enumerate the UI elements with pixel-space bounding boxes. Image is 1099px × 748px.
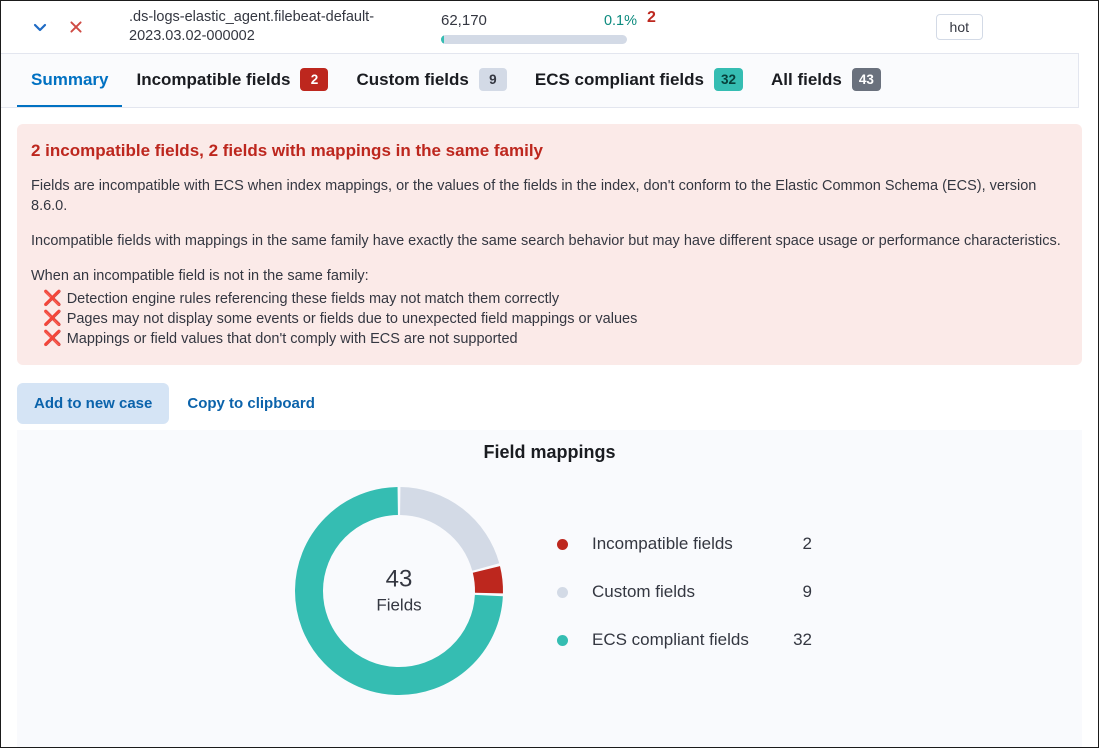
callout-actions: Add to new case Copy to clipboard bbox=[17, 365, 1082, 424]
callout-bullet-text: Detection engine rules referencing these… bbox=[66, 291, 560, 307]
donut-slice[interactable] bbox=[399, 487, 500, 572]
legend-dot-icon bbox=[557, 586, 568, 598]
chevron-down-icon[interactable] bbox=[29, 16, 51, 38]
summary-tab-content: 2 incompatible fields, 2 fields with map… bbox=[1, 108, 1098, 747]
incompatible-fields-callout: 2 incompatible fields, 2 fields with map… bbox=[17, 124, 1082, 365]
callout-title: 2 incompatible fields, 2 fields with map… bbox=[31, 141, 544, 160]
chart-legend: Incompatible fields 2 Custom fields 9 EC… bbox=[557, 479, 812, 650]
callout-paragraph-1: Fields are incompatible with ECS when in… bbox=[31, 178, 1037, 214]
tab-summary[interactable]: Summary bbox=[17, 54, 123, 107]
tab-ecs-compliant-fields[interactable]: ECS compliant fields 32 bbox=[521, 54, 757, 107]
x-mark-icon: ❌ bbox=[43, 290, 62, 307]
index-header: .ds-logs-elastic_agent.filebeat-default-… bbox=[1, 1, 1098, 53]
x-mark-icon: ❌ bbox=[43, 330, 62, 347]
field-mappings-chart-panel: Field mappings 43 Fields Incompatible fi… bbox=[17, 430, 1082, 747]
add-to-new-case-button[interactable]: Add to new case bbox=[17, 383, 170, 424]
tab-bar: Summary Incompatible fields 2 Custom fie… bbox=[1, 53, 1079, 108]
legend-label: ECS compliant fields bbox=[592, 630, 749, 649]
legend-dot-icon bbox=[557, 538, 568, 550]
tab-summary-label: Summary bbox=[31, 69, 109, 89]
tab-custom-fields-label: Custom fields bbox=[356, 69, 469, 89]
callout-paragraph-3: When an incompatible field is not in the… bbox=[31, 268, 369, 284]
donut-slice[interactable] bbox=[472, 566, 503, 594]
tab-all-fields-label: All fields bbox=[771, 69, 842, 89]
list-item: ❌ Mappings or field values that don't co… bbox=[31, 329, 1068, 349]
legend-dot-icon bbox=[557, 634, 568, 646]
header-icon-group bbox=[1, 16, 111, 38]
doc-count-progress-fill bbox=[441, 35, 444, 44]
legend-value: 32 bbox=[793, 630, 812, 649]
callout-paragraph-2: Incompatible fields with mappings in the… bbox=[31, 233, 1061, 249]
tab-incompatible-fields-label: Incompatible fields bbox=[136, 69, 291, 89]
ilm-phase-badge[interactable]: hot bbox=[935, 14, 983, 40]
doc-count-value: 62,170 bbox=[441, 12, 487, 29]
legend-item-incompatible-fields[interactable]: Incompatible fields 2 bbox=[557, 534, 812, 554]
field-mappings-donut-chart: 43 Fields bbox=[287, 479, 511, 703]
callout-bullet-text: Mappings or field values that don't comp… bbox=[66, 331, 518, 347]
legend-item-custom-fields[interactable]: Custom fields 9 bbox=[557, 582, 812, 602]
tab-ecs-compliant-fields-label: ECS compliant fields bbox=[534, 69, 704, 89]
tab-custom-fields[interactable]: Custom fields 9 bbox=[342, 54, 520, 107]
tab-all-fields[interactable]: All fields 43 bbox=[757, 54, 895, 107]
legend-label: Custom fields bbox=[592, 582, 695, 601]
tab-incompatible-fields-badge: 2 bbox=[300, 68, 329, 91]
tab-incompatible-fields[interactable]: Incompatible fields 2 bbox=[122, 54, 342, 107]
legend-value: 2 bbox=[802, 534, 812, 553]
tab-ecs-compliant-fields-badge: 32 bbox=[713, 68, 743, 91]
doc-count-progress-bar bbox=[441, 35, 627, 44]
data-quality-index-panel: .ds-logs-elastic_agent.filebeat-default-… bbox=[0, 0, 1099, 748]
close-x-icon[interactable] bbox=[65, 16, 87, 38]
callout-bullet-text: Pages may not display some events or fie… bbox=[66, 311, 638, 327]
doc-count-metric: 62,170 0.1% bbox=[441, 10, 641, 44]
tab-all-fields-badge: 43 bbox=[851, 68, 881, 91]
legend-value: 9 bbox=[802, 582, 812, 601]
legend-label: Incompatible fields bbox=[592, 534, 733, 553]
list-item: ❌ Pages may not display some events or f… bbox=[31, 309, 1068, 329]
chart-title: Field mappings bbox=[483, 442, 616, 462]
chart-area: 43 Fields Incompatible fields 2 Custom f… bbox=[17, 463, 1082, 703]
header-incompatible-count: 2 bbox=[647, 9, 656, 26]
list-item: ❌ Detection engine rules referencing the… bbox=[31, 289, 1068, 309]
copy-to-clipboard-button[interactable]: Copy to clipboard bbox=[177, 383, 325, 424]
x-mark-icon: ❌ bbox=[43, 310, 62, 327]
legend-item-ecs-compliant-fields[interactable]: ECS compliant fields 32 bbox=[557, 630, 812, 650]
callout-bullet-list: ❌ Detection engine rules referencing the… bbox=[31, 289, 1068, 349]
tab-custom-fields-badge: 9 bbox=[478, 68, 507, 91]
index-name-label: .ds-logs-elastic_agent.filebeat-default-… bbox=[129, 9, 375, 44]
doc-percent-value: 0.1% bbox=[603, 13, 637, 29]
